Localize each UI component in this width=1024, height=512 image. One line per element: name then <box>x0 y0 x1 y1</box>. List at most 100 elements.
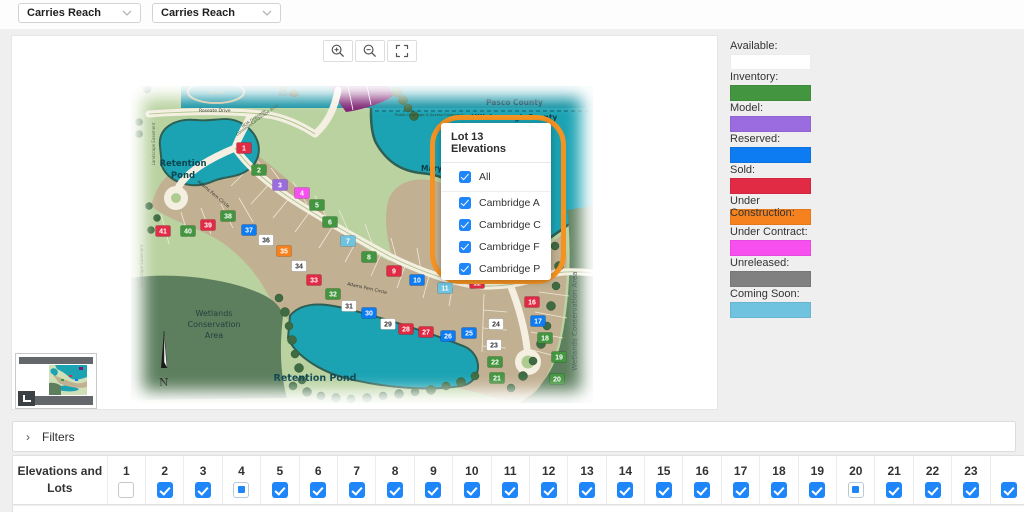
lot-column: 21 <box>874 456 912 504</box>
lot-number: 4 <box>300 191 304 198</box>
lot-column: 3 <box>183 456 221 504</box>
svg-text:Space: Space <box>209 90 224 96</box>
elevation-checkbox[interactable] <box>459 219 471 231</box>
lot-column: 7 <box>337 456 375 504</box>
lot-column-checkbox[interactable] <box>233 482 249 498</box>
lot-column: 2 <box>145 456 183 504</box>
site-map-panel: N Pasco County Hillsborough County Mary … <box>11 35 718 410</box>
fullscreen-button[interactable] <box>387 40 417 62</box>
lot-column-checkbox[interactable] <box>1001 482 1017 498</box>
legend-label: Model: <box>730 102 820 115</box>
all-checkbox[interactable] <box>459 171 471 183</box>
elevation-checkbox[interactable] <box>459 197 471 209</box>
lot-number: 40 <box>184 229 192 236</box>
lot-number: 41 <box>159 229 167 236</box>
lot-column-checkbox[interactable] <box>541 482 557 498</box>
lot-column-checkbox[interactable] <box>733 482 749 498</box>
lot-column-checkbox[interactable] <box>387 482 403 498</box>
lot-number: 8 <box>367 255 371 262</box>
lot-column-checkbox[interactable] <box>886 482 902 498</box>
lot-column: 4 <box>222 456 260 504</box>
lot-column-checkbox[interactable] <box>195 482 211 498</box>
lot-number: 29 <box>384 322 392 329</box>
lot-column-checkbox[interactable] <box>157 482 173 498</box>
elevation-label: Cambridge P <box>479 263 540 275</box>
filters-accordion[interactable]: › Filters <box>12 421 1016 452</box>
svg-text:Mail Kiosk: Mail Kiosk <box>279 92 300 97</box>
lot-number: 21 <box>493 376 501 383</box>
lot-number: 36 <box>262 238 270 245</box>
zoom-in-icon <box>330 43 346 59</box>
lot-column-checkbox[interactable] <box>118 482 134 498</box>
minimap[interactable] <box>15 353 97 409</box>
lot-column-checkbox[interactable] <box>579 482 595 498</box>
lot-column-number: 7 <box>353 464 360 478</box>
lot-column-checkbox[interactable] <box>925 482 941 498</box>
lot-column-checkbox[interactable] <box>272 482 288 498</box>
zoom-out-button[interactable] <box>355 40 385 62</box>
lot-column-checkbox[interactable] <box>963 482 979 498</box>
svg-text:Pond: Pond <box>171 171 195 181</box>
lot-column-number: 14 <box>619 464 632 478</box>
lot-number: 6 <box>328 220 332 227</box>
lot-column-checkbox[interactable] <box>349 482 365 498</box>
lot-column-checkbox[interactable] <box>809 482 825 498</box>
legend-swatch <box>730 178 811 194</box>
lot-column-number: 22 <box>926 464 939 478</box>
lot-column-checkbox[interactable] <box>771 482 787 498</box>
svg-text:N: N <box>159 376 169 389</box>
top-bar: Carries Reach Carries Reach <box>0 0 1024 29</box>
lot-column-number: 8 <box>392 464 399 478</box>
legend-label: Inventory: <box>730 71 820 84</box>
svg-text:Pasco County: Pasco County <box>486 98 543 107</box>
lot-number: 33 <box>310 278 318 285</box>
lot13-elevations-popup: Lot 13 Elevations All Cambridge ACambrid… <box>441 123 551 280</box>
elevation-option-all[interactable]: All <box>441 163 551 192</box>
lot-column: 14 <box>606 456 644 504</box>
legend-swatch <box>730 85 811 101</box>
lot-number: 35 <box>280 249 288 256</box>
legend-item: Under Construction: <box>730 195 820 225</box>
legend-label: Unreleased: <box>730 257 820 270</box>
lot-number: 27 <box>422 330 430 337</box>
lot-column-checkbox[interactable] <box>502 482 518 498</box>
community-dropdown-2[interactable]: Carries Reach <box>152 3 281 23</box>
lot-column: 18 <box>759 456 797 504</box>
lot-column-number: 15 <box>657 464 670 478</box>
lot-column: 6 <box>299 456 337 504</box>
elevation-label: Cambridge A <box>479 197 540 209</box>
community-dropdown-1[interactable]: Carries Reach <box>18 3 141 23</box>
legend-swatch <box>730 147 811 163</box>
lot-column-number: 19 <box>811 464 824 478</box>
legend-label: Coming Soon: <box>730 288 820 301</box>
lot-column-checkbox[interactable] <box>848 482 864 498</box>
lot-column-number: 11 <box>504 464 517 478</box>
fullscreen-icon <box>394 43 410 59</box>
lot-column: 5 <box>260 456 298 504</box>
lot-column-checkbox[interactable] <box>464 482 480 498</box>
lot-column-number: 1 <box>123 464 130 478</box>
lot-number: 28 <box>402 327 410 334</box>
elevation-option[interactable]: Cambridge P <box>441 258 551 280</box>
elevation-option[interactable]: Cambridge C <box>441 214 551 236</box>
elevation-option[interactable]: Cambridge F <box>441 236 551 258</box>
lot-column-checkbox[interactable] <box>310 482 326 498</box>
lot-column-checkbox[interactable] <box>617 482 633 498</box>
lot-number: 11 <box>441 286 449 293</box>
elevation-option[interactable]: Cambridge A <box>441 192 551 214</box>
lot-column: 10 <box>452 456 490 504</box>
elevation-checkbox[interactable] <box>459 241 471 253</box>
elevation-checkbox[interactable] <box>459 263 471 275</box>
minimap-corner-icon <box>23 395 31 402</box>
lot-column-number: 6 <box>315 464 322 478</box>
zoom-in-button[interactable] <box>323 40 353 62</box>
legend-label: Sold: <box>730 164 820 177</box>
lot-column: 17 <box>721 456 759 504</box>
lot-column-checkbox[interactable] <box>656 482 672 498</box>
svg-text:Retention: Retention <box>159 159 206 169</box>
lot-number: 2 <box>257 168 261 175</box>
lot-column-checkbox[interactable] <box>425 482 441 498</box>
lot-column-checkbox[interactable] <box>694 482 710 498</box>
minimap-toggle-button[interactable] <box>18 391 35 406</box>
elevations-lots-table: Elevations and Lots 12345678910111213141… <box>12 455 1024 505</box>
